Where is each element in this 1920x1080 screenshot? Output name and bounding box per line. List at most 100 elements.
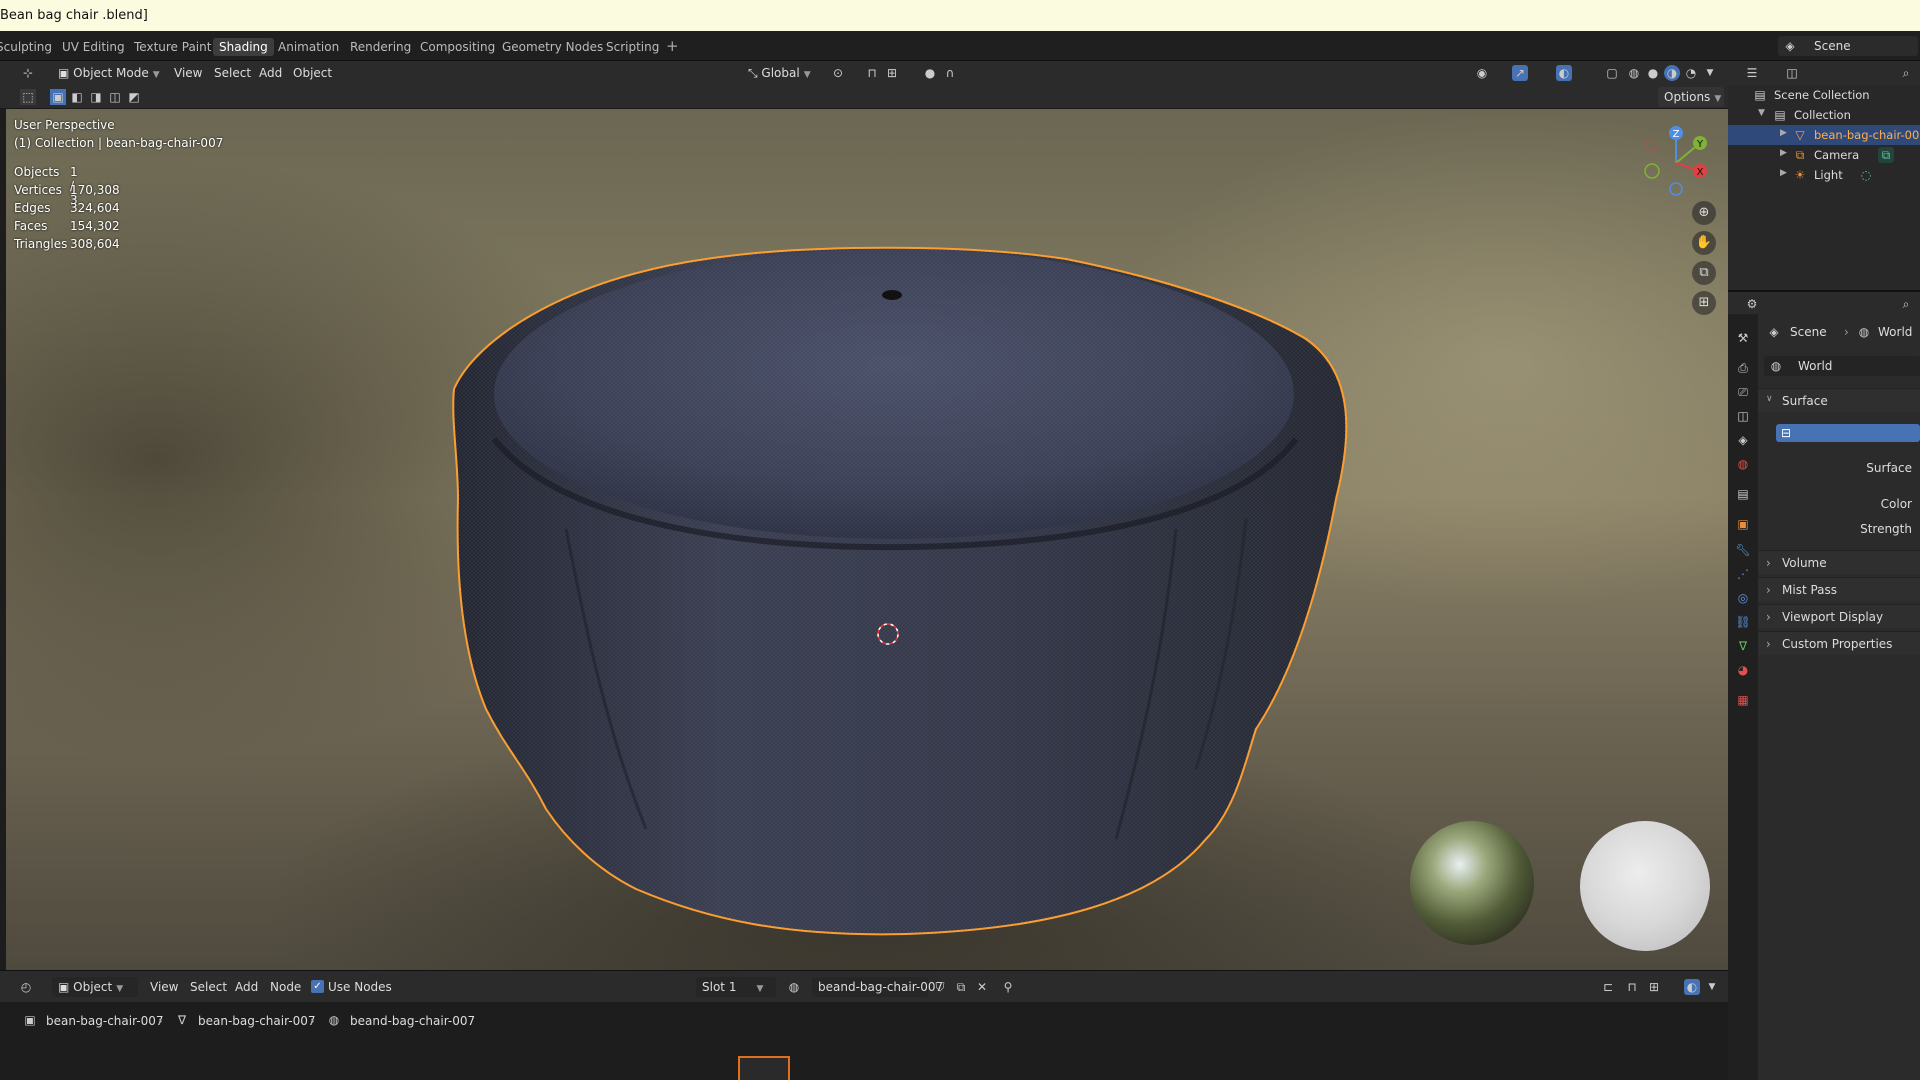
view-layer-tab-icon[interactable]: ◫ xyxy=(1735,408,1751,424)
select-tool-icon[interactable]: ⬚ xyxy=(20,89,36,105)
chevron-down-icon[interactable]: ▼ xyxy=(1702,65,1718,81)
physics-tab-icon[interactable]: ◎ xyxy=(1735,590,1751,606)
zoom-icon[interactable]: ⊕ xyxy=(1692,201,1716,225)
camera-view-icon[interactable]: ⧉ xyxy=(1692,261,1716,285)
material-slot-dropdown[interactable]: Slot 1 ▼ xyxy=(696,977,776,997)
navigation-gizmo[interactable]: Z Y X xyxy=(1636,123,1716,203)
data-tab-icon[interactable]: ∇ xyxy=(1735,638,1751,654)
menu-select[interactable]: Select xyxy=(190,980,227,994)
expand-arrow-icon[interactable]: ▶ xyxy=(1780,168,1787,178)
snap-target-icon[interactable]: ⊞ xyxy=(884,65,900,81)
expand-arrow-icon[interactable]: ▼ xyxy=(1758,108,1765,118)
outliner-collection[interactable]: ▼ ▤ Collection xyxy=(1728,105,1920,125)
pin-icon[interactable]: ⚲ xyxy=(1000,979,1016,995)
camera-data-icon[interactable]: ⧉ xyxy=(1878,147,1894,163)
falloff-icon[interactable]: ∩ xyxy=(942,65,958,81)
duplicate-material-icon[interactable]: ⧉ xyxy=(953,979,969,995)
use-nodes-checkbox[interactable]: ✓ xyxy=(311,980,324,993)
shader-type-dropdown[interactable]: ▣ Object ▼ xyxy=(52,977,138,997)
expand-arrow-icon[interactable]: ▶ xyxy=(1780,128,1787,138)
panel-volume-header[interactable]: › Volume xyxy=(1758,550,1920,574)
panel-viewport-display-header[interactable]: › Viewport Display xyxy=(1758,604,1920,628)
material-browse-icon[interactable]: ◍ xyxy=(786,979,802,995)
strength-row[interactable]: Strength xyxy=(1758,517,1920,541)
panel-custom-properties-header[interactable]: › Custom Properties xyxy=(1758,631,1920,655)
node-editor-canvas[interactable] xyxy=(0,1038,1728,1080)
editor-type-icon[interactable]: ⚙ xyxy=(1744,296,1760,312)
tab-scripting[interactable]: Scripting xyxy=(600,38,665,56)
tab-rendering[interactable]: Rendering xyxy=(344,38,417,56)
rendered-shading-icon[interactable]: ◔ xyxy=(1683,65,1699,81)
tab-animation[interactable]: Animation xyxy=(272,38,345,56)
fake-user-shield-icon[interactable]: ⛉ xyxy=(932,979,948,995)
object-mode-dropdown[interactable]: ▣ Object Mode ▼ xyxy=(52,63,162,83)
panel-mist-pass-header[interactable]: › Mist Pass xyxy=(1758,577,1920,601)
tool-tab-icon[interactable]: ⚒ xyxy=(1735,330,1751,346)
particles-tab-icon[interactable]: ⋰ xyxy=(1735,566,1751,582)
texture-tab-icon[interactable]: ▦ xyxy=(1735,692,1751,708)
editor-type-icon[interactable]: ☰ xyxy=(1744,65,1760,81)
select-extend-icon[interactable]: ◧ xyxy=(69,89,85,105)
select-invert-icon[interactable]: ◫ xyxy=(107,89,123,105)
snap-icon[interactable]: ⊓ xyxy=(864,65,880,81)
color-row[interactable]: Color xyxy=(1758,492,1920,516)
snap-target-icon[interactable]: ⊞ xyxy=(1646,979,1662,995)
options-dropdown[interactable]: Options ▼ xyxy=(1658,87,1724,107)
modifier-wrench-icon[interactable]: 🔧︎ xyxy=(1735,542,1751,558)
parent-node-tree-icon[interactable]: ⊏ xyxy=(1600,979,1616,995)
editor-type-icon[interactable]: ⊹ xyxy=(20,65,36,81)
tab-sculpting[interactable]: Sculpting xyxy=(0,38,58,56)
outliner-scene-collection[interactable]: ▤ Scene Collection xyxy=(1728,85,1920,105)
scene-selector[interactable]: ◈ Scene xyxy=(1778,36,1918,56)
visibility-icon[interactable]: ◉ xyxy=(1474,65,1490,81)
gizmo-toggle-icon[interactable]: ↗ xyxy=(1512,65,1528,81)
pivot-point-icon[interactable]: ⊙ xyxy=(830,65,846,81)
object-tab-icon[interactable]: ▣ xyxy=(1735,516,1751,532)
surface-shader-row[interactable]: Surface xyxy=(1758,456,1920,480)
material-name-field[interactable]: beand-bag-chair-007 xyxy=(812,977,943,997)
select-intersect-icon[interactable]: ◩ xyxy=(126,89,142,105)
menu-view[interactable]: View xyxy=(150,980,178,994)
snap-icon[interactable]: ⊓ xyxy=(1624,979,1640,995)
light-data-icon[interactable]: ◌ xyxy=(1858,167,1874,183)
menu-add[interactable]: Add xyxy=(235,980,258,994)
3d-viewport[interactable]: User Perspective (1) Collection | bean-b… xyxy=(6,109,1728,970)
pan-hand-icon[interactable]: ✋ xyxy=(1692,231,1716,255)
overlay-toggle-icon[interactable]: ◐ xyxy=(1556,65,1572,81)
render-tab-icon[interactable]: ⎙ xyxy=(1735,360,1751,376)
close-icon[interactable]: ✕ xyxy=(974,979,990,995)
perspective-grid-icon[interactable]: ⊞ xyxy=(1692,291,1716,315)
overlay-toggle-icon[interactable]: ◐ xyxy=(1684,979,1700,995)
wireframe-shading-icon[interactable]: ◍ xyxy=(1626,65,1642,81)
constraints-tab-icon[interactable]: ⛓ xyxy=(1735,614,1751,630)
panel-surface-header[interactable]: ∨ Surface xyxy=(1758,388,1920,412)
world-tab-icon[interactable]: ◍ xyxy=(1735,456,1751,472)
menu-node[interactable]: Node xyxy=(270,980,301,994)
chevron-down-icon[interactable]: ▼ xyxy=(1704,979,1720,995)
menu-add[interactable]: Add xyxy=(259,66,282,80)
outliner-item-light[interactable]: ▶ ☀ Light ◌ xyxy=(1728,165,1920,185)
tab-texture-paint[interactable]: Texture Paint xyxy=(128,38,217,56)
tab-shading[interactable]: Shading xyxy=(213,38,274,56)
tab-geometry-nodes[interactable]: Geometry Nodes xyxy=(496,38,609,56)
material-preview-icon[interactable]: ◑ xyxy=(1664,65,1680,81)
world-selector[interactable]: ◍ World xyxy=(1764,356,1920,376)
tab-uv-editing[interactable]: UV Editing xyxy=(56,38,131,56)
search-icon[interactable]: ⌕ xyxy=(1898,296,1914,312)
xray-icon[interactable]: ▢ xyxy=(1604,65,1620,81)
material-tab-icon[interactable]: ◕ xyxy=(1735,662,1751,678)
tab-compositing[interactable]: Compositing xyxy=(414,38,501,56)
output-tab-icon[interactable]: ⎚ xyxy=(1735,384,1751,400)
select-new-icon[interactable]: ▣ xyxy=(50,89,66,105)
menu-select[interactable]: Select xyxy=(214,66,251,80)
use-nodes-button[interactable]: ⊟ xyxy=(1776,424,1920,442)
display-mode-icon[interactable]: ◫ xyxy=(1784,65,1800,81)
menu-object[interactable]: Object xyxy=(293,66,332,80)
select-subtract-icon[interactable]: ◨ xyxy=(88,89,104,105)
outliner-item-camera[interactable]: ▶ ⧉ Camera ⧉ xyxy=(1728,145,1920,165)
transform-orientation-dropdown[interactable]: ⤡ Global ▼ xyxy=(742,63,820,83)
proportional-edit-icon[interactable]: ● xyxy=(922,65,938,81)
search-icon[interactable]: ⌕ xyxy=(1898,65,1914,81)
outliner-item-bean-bag-chair[interactable]: ▶ ▽ bean-bag-chair-007 xyxy=(1728,125,1920,145)
add-workspace-button[interactable]: + xyxy=(660,35,685,57)
